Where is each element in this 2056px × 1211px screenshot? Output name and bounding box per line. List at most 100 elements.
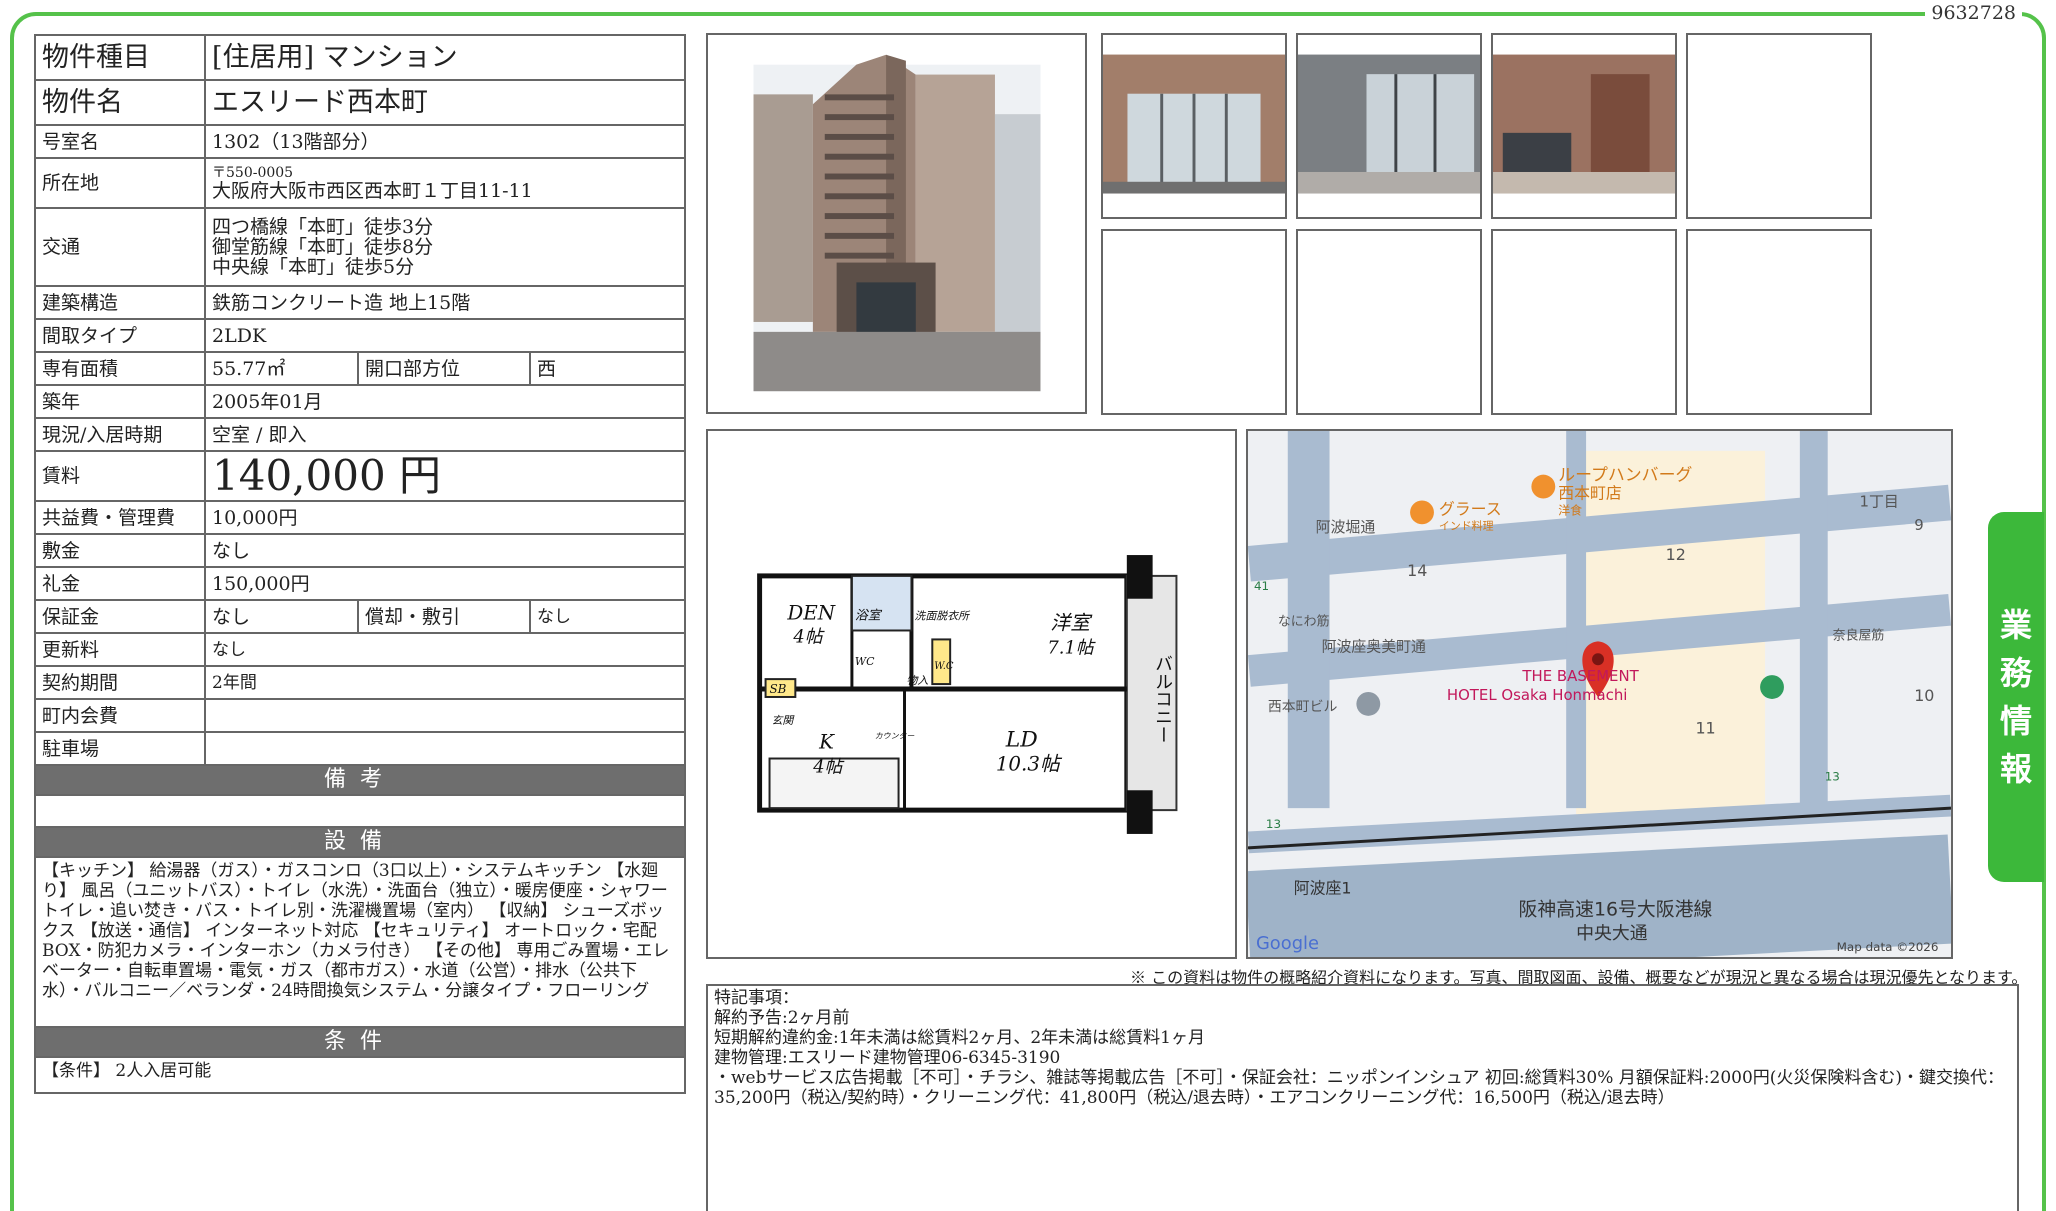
guarantee-label: 保証金 — [34, 599, 206, 634]
assoc-label: 町内会費 — [34, 698, 206, 733]
row-deposit: 敷金 なし — [34, 533, 687, 568]
conditions-body: 【条件】 2人入居可能 — [33, 1056, 687, 1094]
map-label: 1丁目 — [1860, 492, 1899, 510]
type-label: 物件種目 — [34, 34, 206, 81]
map-label: 西本町ビル — [1268, 699, 1338, 715]
map-label: インド料理 — [1439, 518, 1494, 532]
special-note-line: 短期解約違約金:1年未満は総賃料2ヶ月、2年未満は総賃料1ヶ月 — [714, 1028, 1205, 1048]
map-label: 奈良屋筋 — [1833, 627, 1885, 643]
amort-label: 償却・敷引 — [357, 599, 531, 634]
special-note-line: 解約予告:2ヶ月前 — [714, 1008, 850, 1028]
fp-sb: SB — [770, 682, 787, 696]
remarks-header: 備考 — [33, 764, 687, 796]
area-value: 55.77㎡ — [204, 351, 359, 386]
photo-slot-empty — [1296, 229, 1482, 415]
row-rent: 賃料 140,000 円 — [34, 450, 687, 502]
fp-den-size: 4帖 — [792, 626, 824, 647]
row-key-money: 礼金 150,000円 — [34, 566, 687, 601]
document-id: 9632728 — [1925, 2, 2022, 24]
entrance-photo[interactable] — [1101, 33, 1287, 219]
room-value: 1302（13階部分） — [203, 124, 687, 159]
fp-wc2: W.C — [934, 661, 954, 672]
key-money-label: 礼金 — [34, 566, 206, 601]
map-label: なにわ筋 — [1278, 614, 1330, 630]
hallway-photo[interactable] — [1491, 33, 1677, 219]
row-address: 所在地 〒550-0005 大阪府大阪市西区西本町１丁目11-11 — [34, 157, 687, 209]
tab-char: 情 — [1999, 702, 2032, 740]
room-label: 号室名 — [34, 124, 206, 159]
tab-char: 業 — [1999, 606, 2032, 644]
facing-value: 西 — [528, 351, 687, 386]
fp-bath: 浴室 — [855, 609, 883, 624]
address-label: 所在地 — [34, 157, 206, 209]
row-area: 専有面積 55.77㎡ 開口部方位 西 — [34, 351, 687, 386]
rent-label: 賃料 — [34, 450, 206, 502]
map-label: THE BASEMENT — [1521, 667, 1639, 685]
parking-label: 駐車場 — [34, 731, 206, 766]
building-exterior-photo[interactable] — [706, 33, 1087, 414]
map-label: 13 — [1266, 817, 1281, 831]
map-label: 中央大通 — [1576, 923, 1648, 944]
map-label: グラース — [1439, 499, 1502, 518]
row-status: 現況/入居時期 空室 / 即入 — [34, 417, 687, 452]
fp-counter: カウンター — [875, 732, 915, 741]
map-label: 9 — [1914, 516, 1923, 534]
map-label: 西本町店 — [1558, 484, 1622, 503]
structure-value: 鉄筋コンクリート造 地上15階 — [203, 285, 687, 320]
amort-value: なし — [528, 599, 687, 634]
type-value: [住居用] マンション — [203, 34, 687, 81]
built-label: 築年 — [34, 384, 206, 419]
special-notes-box: 特記事項： 解約予告:2ヶ月前 短期解約違約金:1年未満は総賃料2ヶ月、2年未満… — [706, 984, 2019, 1211]
photo-slot-empty — [1491, 229, 1677, 415]
assoc-value — [203, 698, 687, 733]
parking-value — [203, 731, 687, 766]
fp-entrance: 玄関 — [772, 714, 796, 727]
remarks-body — [33, 794, 687, 828]
row-built: 築年 2005年01月 — [34, 384, 687, 419]
row-access: 交通 四つ橋線「本町」徒歩3分 御堂筋線「本町」徒歩8分 中央線「本町」徒歩5分 — [34, 207, 687, 287]
fp-balcony: バルコニー — [1152, 654, 1173, 743]
row-conditions: 【条件】 2人入居可能 — [33, 1056, 687, 1094]
renewal-value: なし — [203, 632, 687, 667]
structure-label: 建築構造 — [34, 285, 206, 320]
map-label: 13 — [1825, 769, 1840, 783]
status-label: 現況/入居時期 — [34, 417, 206, 452]
row-conditions-header: 条件 — [33, 1026, 687, 1058]
key-money-value: 150,000円 — [203, 566, 687, 601]
row-fee: 共益費・管理費 10,000円 — [34, 500, 687, 535]
conditions-header: 条件 — [33, 1026, 687, 1058]
deposit-label: 敷金 — [34, 533, 206, 568]
row-guarantee: 保証金 なし 償却・敷引 なし — [34, 599, 687, 634]
map-label: 14 — [1407, 561, 1427, 580]
row-remarks — [33, 794, 687, 828]
tab-char: 務 — [1999, 654, 2032, 692]
business-info-tab[interactable]: 業 務 情 報 — [1988, 512, 2044, 882]
map-attribution: Map data ©2026 — [1837, 940, 1939, 954]
map-label: 阿波堀通 — [1316, 518, 1376, 536]
property-table: 物件種目 [住居用] マンション 物件名 エスリード西本町 号室名 1302（1… — [33, 34, 687, 1094]
row-parking: 駐車場 — [34, 731, 687, 766]
map-label: 阿波座奥美町通 — [1322, 637, 1426, 655]
fee-value: 10,000円 — [203, 500, 687, 535]
row-type: 物件種目 [住居用] マンション — [34, 34, 687, 81]
area-label: 専有面積 — [34, 351, 206, 386]
lobby-photo[interactable] — [1296, 33, 1482, 219]
fp-living: LD — [1005, 728, 1038, 753]
renewal-label: 更新料 — [34, 632, 206, 667]
location-map[interactable]: ループハンバーグ 西本町店 洋食 グラース インド料理 阿波堀通 1丁目 9 1… — [1246, 429, 1953, 959]
row-equipment-header: 設備 — [33, 826, 687, 858]
access-line: 四つ橋線「本町」徒歩3分 — [212, 216, 434, 238]
fp-washroom: 洗面脱衣所 — [914, 610, 971, 623]
map-label: 12 — [1666, 545, 1686, 564]
access-cell: 四つ橋線「本町」徒歩3分 御堂筋線「本町」徒歩8分 中央線「本町」徒歩5分 — [203, 207, 687, 287]
fp-den: DEN — [786, 602, 835, 625]
special-notes-title: 特記事項： — [714, 988, 799, 1008]
contract-label: 契約期間 — [34, 665, 206, 700]
row-renewal: 更新料 なし — [34, 632, 687, 667]
fp-kitchen: K — [818, 731, 835, 754]
built-value: 2005年01月 — [203, 384, 687, 419]
facing-label: 開口部方位 — [357, 351, 531, 386]
map-label: ループハンバーグ — [1558, 465, 1692, 485]
address-cell: 〒550-0005 大阪府大阪市西区西本町１丁目11-11 — [203, 157, 687, 209]
floor-plan[interactable]: DEN 4帖 浴室 洗面脱衣所 洋室 7.1帖 WC 物入 W.C SB 玄関 … — [706, 429, 1237, 959]
